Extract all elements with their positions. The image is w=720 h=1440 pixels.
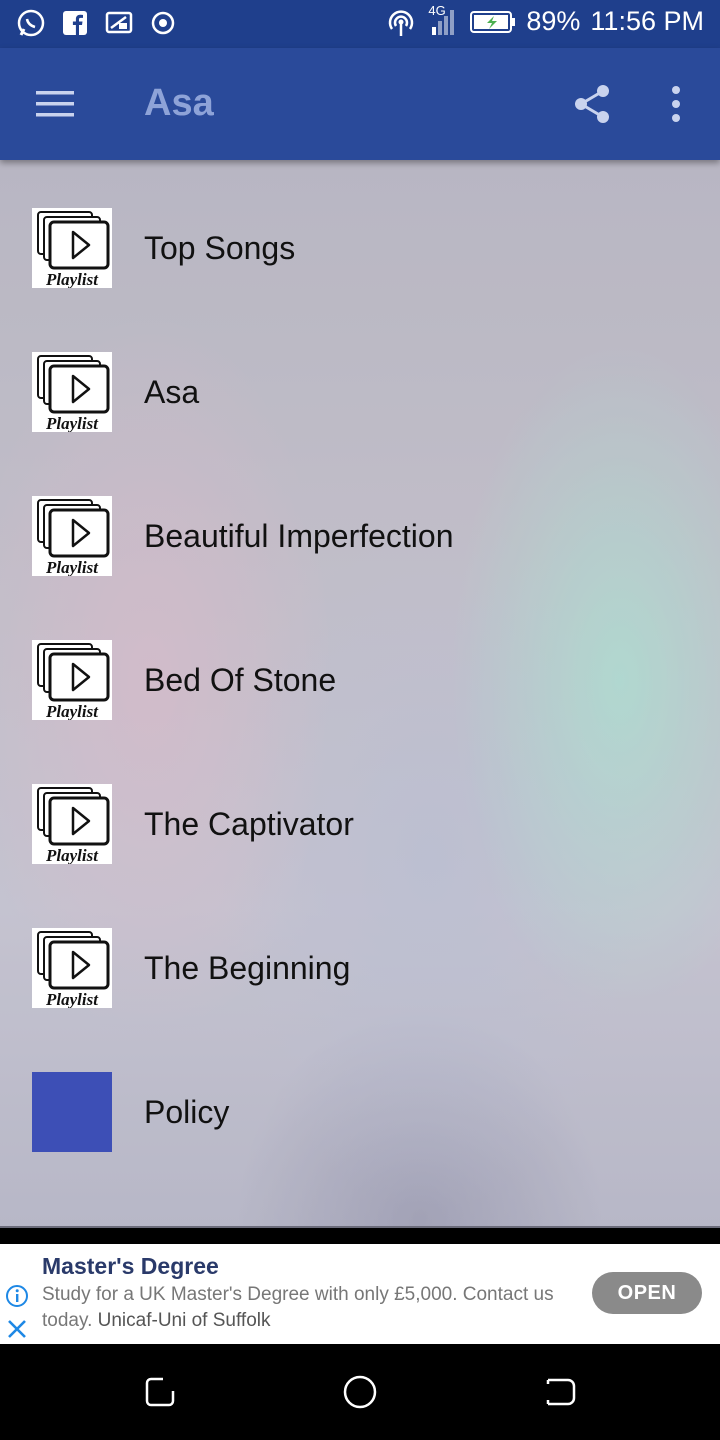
target-icon: [148, 8, 178, 38]
playlist-thumb-text: Playlist: [45, 558, 99, 576]
playlist-icon: Playlist: [37, 355, 110, 432]
share-icon: [575, 85, 609, 123]
app-title: Asa: [144, 82, 214, 124]
home-icon: [343, 1375, 377, 1409]
list-item[interactable]: Playlist Beautiful Imperfection: [0, 464, 720, 608]
playlist-icon: Playlist: [37, 499, 110, 576]
hotspot-icon: [386, 7, 416, 37]
list-item-label: The Captivator: [144, 806, 354, 842]
list-item[interactable]: Playlist The Beginning: [0, 896, 720, 1040]
whatsapp-icon: [16, 8, 46, 38]
share-button[interactable]: [562, 76, 622, 132]
info-icon[interactable]: [5, 1284, 29, 1308]
playlist-thumbnail: Playlist: [32, 352, 112, 432]
ad-body[interactable]: Study for a UK Master's Degree with only…: [42, 1282, 582, 1334]
back-button[interactable]: [540, 1372, 580, 1412]
playlist-thumbnail: Playlist: [32, 784, 112, 864]
ad-advertiser: Unicaf-Uni of Suffolk: [97, 1310, 271, 1331]
battery-percent: 89%: [526, 6, 581, 36]
close-icon[interactable]: [6, 1318, 28, 1340]
signal-icon: 4G: [426, 3, 460, 37]
list-item-label: Bed Of Stone: [144, 662, 337, 698]
list-item-label: Policy: [144, 1094, 230, 1130]
recents-icon: [145, 1377, 175, 1407]
playlist-icon: Playlist: [37, 643, 110, 720]
network-type: 4G: [428, 2, 446, 18]
list-item-label: Asa: [144, 374, 200, 410]
back-icon: [546, 1378, 576, 1406]
playlist-thumb-text: Playlist: [45, 990, 99, 1008]
clock: 11:56 PM: [590, 6, 704, 36]
battery-icon: [470, 7, 516, 37]
facebook-icon: [60, 8, 90, 38]
playlist-thumbnail: Playlist: [32, 928, 112, 1008]
policy-thumbnail: [32, 1072, 112, 1152]
list-item[interactable]: Playlist Top Songs: [0, 176, 720, 320]
recents-button[interactable]: [140, 1372, 180, 1412]
playlist-thumb-text: Playlist: [45, 270, 99, 288]
list-item[interactable]: Playlist Asa: [0, 320, 720, 464]
playlist-thumb-text: Playlist: [45, 702, 99, 720]
app-bar: Asa: [0, 48, 720, 160]
ad-title[interactable]: Master's Degree: [42, 1253, 219, 1280]
status-bar: 4G 89% 11:56 PM: [0, 0, 720, 48]
list-item[interactable]: Playlist The Captivator: [0, 752, 720, 896]
playlist-thumb-text: Playlist: [45, 846, 99, 864]
list-item-label: The Beginning: [144, 950, 351, 986]
playlist-icon: Playlist: [37, 211, 110, 288]
home-button[interactable]: [340, 1372, 380, 1412]
ad-open-button[interactable]: OPEN: [592, 1272, 702, 1314]
list-item[interactable]: Playlist Bed Of Stone: [0, 608, 720, 752]
divider: [0, 1226, 720, 1228]
playlist-thumbnail: Playlist: [32, 640, 112, 720]
list-item-label: Beautiful Imperfection: [144, 518, 454, 554]
playlist-thumbnail: Playlist: [32, 496, 112, 576]
list-item-label: Top Songs: [144, 230, 296, 266]
content-area: Playlist Top Songs Playlist Asa Playlist Beau…: [0, 160, 720, 1228]
playlist-icon: Playlist: [37, 787, 110, 864]
playlist-icon: Playlist: [37, 931, 110, 1008]
menu-button[interactable]: [24, 76, 88, 132]
playlist-thumbnail: Playlist: [32, 208, 112, 288]
navigation-bar: [0, 1344, 720, 1440]
ad-banner[interactable]: Master's Degree Study for a UK Master's …: [0, 1244, 720, 1344]
more-vert-icon: [672, 86, 680, 122]
more-options-button[interactable]: [652, 76, 700, 132]
list-item[interactable]: Policy: [0, 1040, 720, 1184]
cast-icon: [104, 8, 134, 38]
menu-icon: [36, 91, 74, 117]
playlist-thumb-text: Playlist: [45, 414, 99, 432]
